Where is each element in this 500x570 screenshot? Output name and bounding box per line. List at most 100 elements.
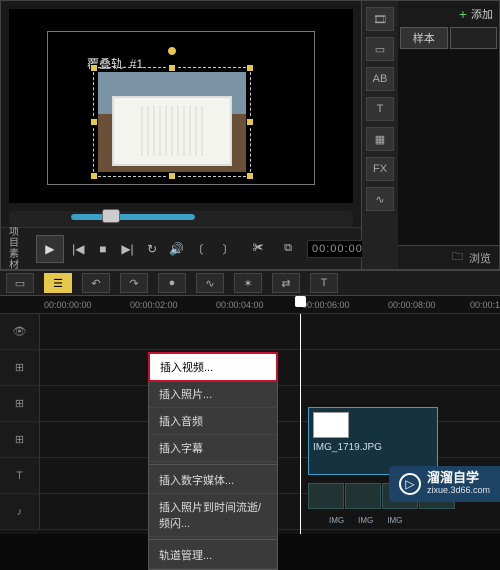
tlbtn-record[interactable]: ●	[158, 273, 186, 293]
tlbtn-redo[interactable]: ↷	[120, 273, 148, 293]
browse-button[interactable]: 浏览	[469, 250, 491, 266]
tlbtn-timeline[interactable]: ☰	[44, 273, 72, 293]
track-head-overlay3[interactable]: ⊞	[0, 422, 40, 457]
tab-empty[interactable]	[450, 27, 498, 49]
snapshot-icon: ⧉	[284, 242, 292, 255]
grid-icon: ▦	[375, 133, 385, 146]
ctx-separator	[149, 539, 277, 540]
tlbtn-storyboard[interactable]: ▭	[6, 273, 34, 293]
resize-handle-bm[interactable]	[168, 172, 176, 180]
ctx-insert-digital-media[interactable]: 插入数字媒体...	[149, 467, 277, 494]
ctx-insert-photo[interactable]: 插入照片...	[149, 381, 277, 408]
watermark: ▷ 溜溜自学 zixue.3d66.com	[389, 466, 500, 502]
watermark-title: 溜溜自学	[427, 472, 490, 484]
resize-handle-mr[interactable]	[246, 118, 254, 126]
tool-fx[interactable]: FX	[366, 157, 394, 181]
resize-handle-bl[interactable]	[90, 172, 98, 180]
tool-graphic[interactable]: ▦	[366, 127, 394, 151]
ruler-mark: 00:00:00:00	[44, 300, 92, 310]
link-icon: ∿	[375, 193, 384, 206]
transport-bar: 项目 素材 ▶ |◀ ■ ▶| ↻ 🔊 〔 〕 ✀ ⧉ 00:00:00:00	[1, 227, 361, 269]
mini-label: IMG	[329, 516, 344, 525]
loop-icon: ↻	[147, 242, 157, 256]
mini-label: IMG	[387, 516, 402, 525]
ruler-mark: 00:00:02:00	[130, 300, 178, 310]
resize-handle-ml[interactable]	[90, 118, 98, 126]
tlbtn-title[interactable]: T	[310, 273, 338, 293]
ctx-track-manage[interactable]: 轨道管理...	[149, 542, 277, 569]
clip-thumbnail-small	[313, 412, 349, 438]
clip-filename: IMG_1719.JPG	[313, 442, 433, 453]
tab-sample[interactable]: 样本	[400, 27, 448, 49]
tool-transition[interactable]: ▭	[366, 37, 394, 61]
snapshot-button[interactable]: ⧉	[277, 238, 299, 260]
cut-button[interactable]: ✀	[247, 238, 269, 260]
next-icon: ▶|	[121, 242, 133, 256]
mini-thumb[interactable]	[308, 483, 344, 509]
track-head-title[interactable]: T	[0, 458, 40, 493]
plus-icon: +	[459, 6, 467, 22]
ruler-mark: 00:00:04:00	[216, 300, 264, 310]
transport-mode-label: 项目 素材	[9, 227, 28, 271]
volume-button[interactable]: 🔊	[166, 238, 187, 260]
resize-handle-tm[interactable]	[168, 64, 176, 72]
tlbtn-fx[interactable]: ✶	[234, 273, 262, 293]
mark-out-button[interactable]: 〕	[217, 238, 239, 260]
tool-title[interactable]: T	[366, 97, 394, 121]
film-icon: 🎞	[373, 13, 387, 26]
timeline-playhead[interactable]	[300, 314, 301, 534]
tool-path[interactable]: ∿	[366, 187, 394, 211]
scrub-range	[71, 214, 195, 220]
ctx-insert-audio[interactable]: 插入音频	[149, 408, 277, 435]
track-head-overlay2[interactable]: ⊞	[0, 386, 40, 421]
ruler-mark: 00:00:10:00	[470, 300, 500, 310]
resize-handle-tl[interactable]	[90, 64, 98, 72]
preview-canvas[interactable]: 覆叠轨. #1	[9, 9, 353, 203]
play-button[interactable]: ▶	[36, 235, 64, 263]
resize-handle-tr[interactable]	[246, 64, 254, 72]
track-head-audio[interactable]: ♪	[0, 494, 40, 529]
mark-in-button[interactable]: 〔	[187, 238, 209, 260]
scrubber[interactable]	[9, 211, 353, 227]
mini-label: IMG	[358, 516, 373, 525]
tool-media[interactable]: 🎞	[366, 7, 394, 31]
ctx-insert-subtitle[interactable]: 插入字幕	[149, 435, 277, 462]
tool-ab[interactable]: AB	[366, 67, 394, 91]
selection-box[interactable]	[93, 67, 251, 177]
rotate-handle[interactable]	[167, 46, 177, 56]
tlbtn-audio[interactable]: ∿	[196, 273, 224, 293]
track-body-video[interactable]	[40, 314, 500, 349]
scrub-playhead[interactable]	[102, 209, 120, 223]
volume-icon: 🔊	[169, 242, 184, 256]
card-icon: ▭	[375, 43, 385, 56]
track-head-overlay1[interactable]: ⊞	[0, 350, 40, 385]
loop-button[interactable]: ↻	[142, 238, 163, 260]
ctx-separator	[149, 464, 277, 465]
stop-button[interactable]: ■	[93, 238, 114, 260]
track-head-video[interactable]: 👁	[0, 314, 40, 349]
library-content[interactable]	[398, 49, 499, 245]
add-button[interactable]: + 添加	[459, 6, 493, 22]
library-panel: 🎞 ▭ AB T ▦ FX ∿ + 添加 样本 🗀 浏览	[362, 0, 500, 270]
next-frame-button[interactable]: ▶|	[117, 238, 138, 260]
timeline-clip[interactable]: IMG_1719.JPG	[308, 407, 438, 475]
ctx-insert-video[interactable]: 插入视频...	[148, 352, 278, 382]
ctx-insert-timelapse[interactable]: 插入照片到时间流逝/频闪...	[149, 494, 277, 537]
timeline-toolbar: ▭ ☰ ↶ ↷ ● ∿ ✶ ⇄ T	[0, 270, 500, 296]
watermark-url: zixue.3d66.com	[427, 484, 490, 496]
mini-thumb[interactable]	[345, 483, 381, 509]
tlbtn-undo[interactable]: ↶	[82, 273, 110, 293]
watermark-play-icon: ▷	[399, 473, 421, 495]
ruler-mark: 00:00:06:00	[302, 300, 350, 310]
T-icon: T	[377, 103, 384, 115]
timeline-ruler[interactable]: 00:00:00:00 00:00:02:00 00:00:04:00 00:0…	[0, 296, 500, 314]
track-video: 👁	[0, 314, 500, 350]
prev-frame-button[interactable]: |◀	[68, 238, 89, 260]
tlbtn-link[interactable]: ⇄	[272, 273, 300, 293]
resize-handle-br[interactable]	[246, 172, 254, 180]
stop-icon: ■	[99, 242, 106, 256]
library-tool-strip: 🎞 ▭ AB T ▦ FX ∿	[362, 1, 398, 269]
fx-icon: FX	[373, 163, 387, 175]
ab-icon: AB	[373, 73, 388, 85]
context-menu: 插入视频... 插入照片... 插入音频 插入字幕 插入数字媒体... 插入照片…	[148, 352, 278, 570]
